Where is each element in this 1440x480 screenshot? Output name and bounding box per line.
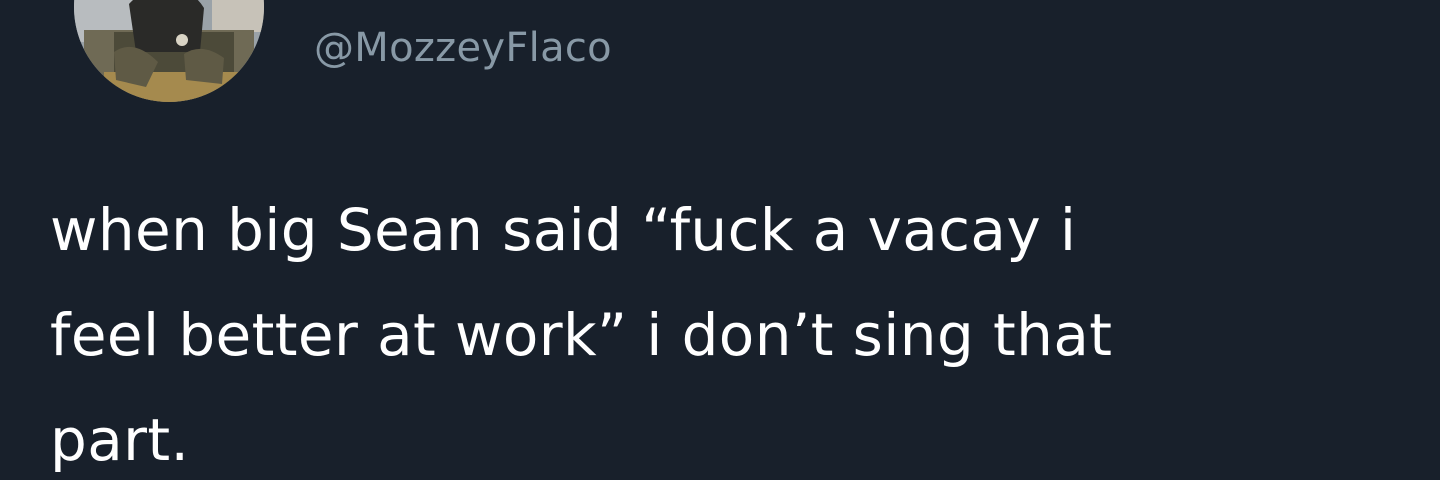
avatar-photo	[74, 0, 264, 102]
tweet-card: @MozzeyFlaco when big Sean said “fuck a …	[0, 0, 1440, 480]
profile-avatar[interactable]	[74, 0, 264, 102]
user-handle[interactable]: @MozzeyFlaco	[314, 22, 612, 74]
tweet-text: when big Sean said “fuck a vacay i feel …	[50, 196, 1113, 474]
